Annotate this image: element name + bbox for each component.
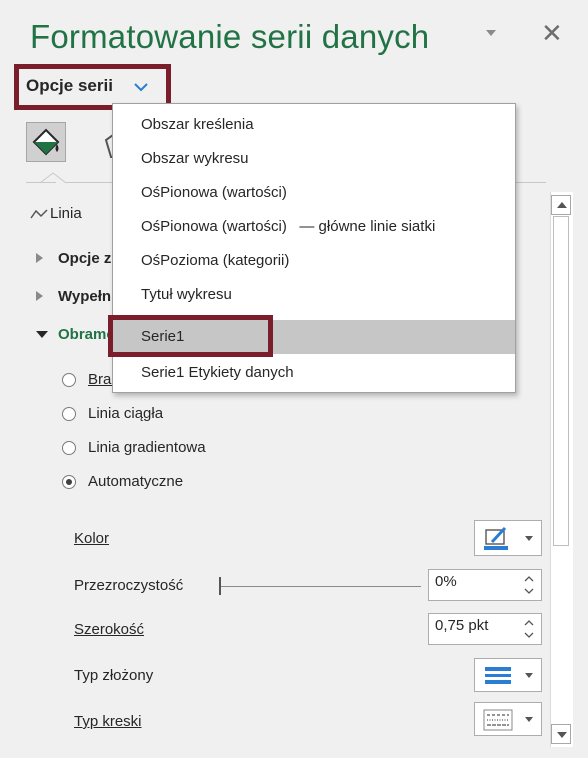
pane-options-chevron-icon[interactable]	[486, 30, 496, 36]
highlight-box-series1	[108, 315, 273, 357]
scroll-down-icon	[557, 732, 567, 738]
radio-circle-checked[interactable]	[62, 475, 76, 489]
close-icon[interactable]: ✕	[541, 20, 563, 46]
menu-item-vertical-axis-gridlines[interactable]: OśPionowa (wartości) — główne linie siat…	[113, 210, 515, 244]
spinner-arrows-icon[interactable]	[523, 617, 535, 641]
spinner-arrows-icon[interactable]	[523, 573, 535, 597]
compound-type-button[interactable]	[474, 658, 542, 692]
radio-label: Linia gradientowa	[88, 439, 206, 456]
transparency-spinbox[interactable]: 0%	[428, 569, 542, 601]
color-picker-button[interactable]	[474, 520, 542, 556]
pen-color-icon	[484, 526, 508, 550]
transparency-label: Przezroczystość	[74, 577, 184, 594]
color-label: Kolor	[74, 530, 110, 547]
expand-right-icon	[36, 291, 43, 301]
menu-item-horizontal-axis[interactable]: OśPozioma (kategorii)	[113, 244, 515, 278]
compound-type-label: Typ złożony	[74, 667, 154, 684]
transparency-value[interactable]: 0%	[435, 573, 457, 590]
compound-lines-icon	[485, 667, 511, 684]
dash-lines-icon	[483, 709, 513, 731]
section-fill-label: Wypełni	[58, 288, 116, 305]
width-spinbox[interactable]: 0,75 pkt	[428, 613, 542, 645]
radio-circle[interactable]	[62, 373, 76, 387]
menu-item-chart-title[interactable]: Tytuł wykresu	[113, 278, 515, 312]
section-line-label: Linia	[50, 205, 82, 222]
paint-bucket-icon	[32, 128, 60, 156]
scroll-down-button[interactable]	[551, 724, 571, 744]
dash-type-button[interactable]	[474, 702, 542, 736]
radio-circle[interactable]	[62, 407, 76, 421]
width-label: Szerokość	[74, 621, 145, 638]
dropdown-arrow-icon	[525, 673, 533, 678]
dropdown-arrow-icon	[525, 536, 533, 541]
section-border-label: Obramo	[58, 326, 116, 343]
radio-circle[interactable]	[62, 441, 76, 455]
width-value[interactable]: 0,75 pkt	[435, 617, 488, 634]
radio-label: Linia ciągła	[88, 405, 164, 422]
menu-item-series1-data-labels[interactable]: Serie1 Etykiety danych	[113, 356, 515, 390]
menu-item-chart-area[interactable]: Obszar wykresu	[113, 142, 515, 176]
tab-fill-line[interactable]	[26, 122, 66, 162]
expand-right-icon	[36, 253, 43, 263]
transparency-slider-track[interactable]	[221, 586, 421, 587]
line-wave-icon	[30, 209, 48, 219]
dropdown-arrow-icon	[525, 717, 533, 722]
menu-item-vertical-axis[interactable]: OśPionowa (wartości)	[113, 176, 515, 210]
radio-label: Automatyczne	[88, 473, 184, 490]
scroll-thumb[interactable]	[553, 216, 569, 546]
menu-item-plot-area[interactable]: Obszar kreślenia	[113, 108, 515, 142]
collapse-down-icon	[36, 331, 48, 338]
scroll-up-icon	[557, 202, 567, 208]
tab-notch-icon	[40, 172, 66, 184]
pane-title: Formatowanie serii danych	[30, 18, 430, 55]
section-options-label: Opcje zr	[58, 250, 118, 267]
scroll-up-button[interactable]	[551, 195, 571, 215]
dash-type-label: Typ kreski	[74, 713, 142, 730]
